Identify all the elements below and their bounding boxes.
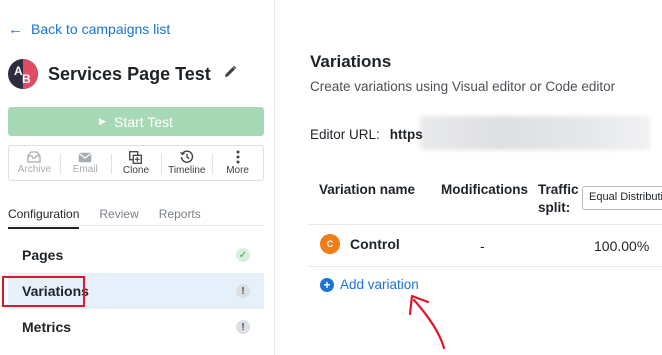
- email-button[interactable]: Email: [59, 146, 111, 180]
- edit-pencil-icon[interactable]: [223, 65, 237, 84]
- variation-name[interactable]: Control: [350, 236, 400, 252]
- clone-button[interactable]: Clone: [110, 146, 162, 180]
- archive-icon: [27, 151, 42, 163]
- avatar-letter-b: B: [22, 72, 31, 86]
- table-divider: [309, 224, 662, 225]
- clone-icon: [129, 150, 143, 164]
- page-title: Variations: [310, 52, 392, 71]
- tabs-divider: [8, 225, 264, 226]
- archive-label: Archive: [17, 164, 52, 175]
- nav-item-label: Pages: [22, 247, 64, 263]
- email-label: Email: [72, 163, 98, 175]
- nav-item-pages[interactable]: Pages ✓: [8, 237, 264, 273]
- campaign-sidebar: ← Back to campaigns list A B Services Pa…: [0, 0, 275, 355]
- back-to-campaigns-link[interactable]: ← Back to campaigns list: [8, 21, 170, 37]
- variations-panel: Variations Create variations using Visua…: [276, 0, 662, 355]
- column-header-variation-name: Variation name: [319, 182, 416, 197]
- timeline-label: Timeline: [168, 165, 206, 176]
- variation-split: 100.00%: [594, 238, 650, 254]
- nav-item-label: Metrics: [22, 319, 72, 335]
- editor-url-row: Editor URL: https: [310, 127, 423, 142]
- archive-button[interactable]: Archive: [9, 146, 60, 180]
- annotation-highlight-box: [2, 276, 85, 307]
- check-icon: ✓: [236, 248, 250, 262]
- variation-badge: C: [320, 234, 340, 254]
- nav-item-metrics[interactable]: Metrics !: [8, 309, 264, 345]
- warning-icon: !: [236, 320, 250, 334]
- timeline-button[interactable]: Timeline: [161, 146, 212, 180]
- start-test-label: Start Test: [114, 113, 173, 130]
- warning-icon: !: [236, 284, 250, 298]
- campaign-toolbar: Archive Email Clone Timeline More: [8, 145, 264, 181]
- variation-modifications: -: [480, 238, 485, 254]
- more-vertical-icon: [236, 150, 240, 164]
- traffic-split-select[interactable]: Equal Distribution: [582, 186, 662, 210]
- more-button[interactable]: More: [212, 146, 263, 180]
- page-subtitle: Create variations using Visual editor or…: [310, 79, 616, 94]
- campaign-title: Services Page Test: [48, 63, 211, 84]
- column-header-traffic-split: Traffic split:: [538, 182, 579, 215]
- table-row: C Control: [320, 234, 400, 254]
- back-link-label: Back to campaigns list: [31, 21, 171, 37]
- ab-test-avatar: A B: [8, 59, 38, 89]
- column-header-modifications: Modifications: [441, 182, 528, 197]
- timeline-icon: [179, 150, 194, 164]
- nav-item-variations[interactable]: Variations !: [2, 273, 264, 309]
- arrow-left-icon: ←: [8, 20, 23, 38]
- clone-label: Clone: [122, 164, 150, 176]
- more-label: More: [226, 165, 249, 176]
- campaign-header: A B Services Page Test: [8, 59, 237, 89]
- editor-url-value[interactable]: https: [390, 127, 423, 142]
- start-test-button[interactable]: ▶ Start Test: [8, 107, 264, 136]
- annotation-arrow-icon: [408, 294, 446, 350]
- play-icon: ▶: [99, 116, 107, 126]
- editor-url-label: Editor URL:: [310, 127, 380, 142]
- email-icon: [78, 152, 92, 163]
- table-divider: [309, 266, 662, 267]
- plus-circle-icon: +: [320, 277, 334, 292]
- editor-url-redacted: [420, 116, 650, 150]
